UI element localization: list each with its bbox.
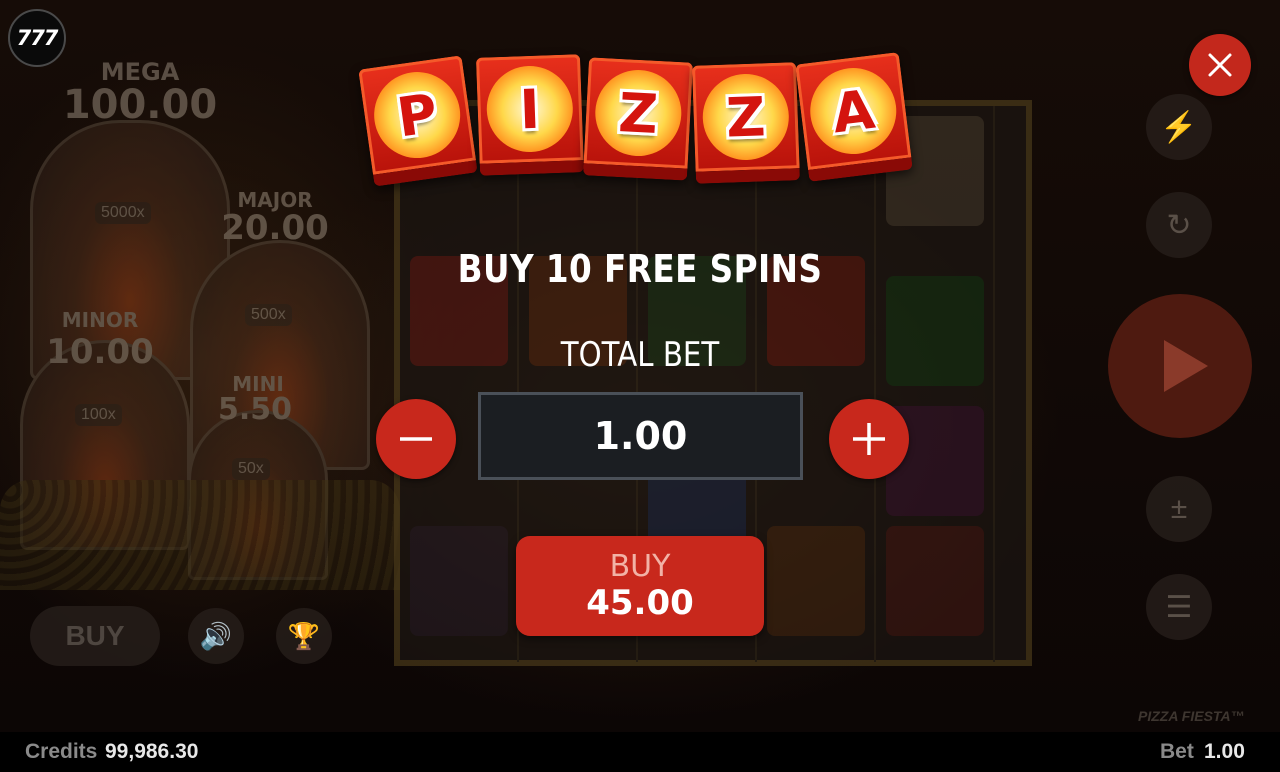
reel-symbol <box>886 526 984 636</box>
close-button[interactable] <box>1189 34 1251 96</box>
decrease-bet-button[interactable] <box>376 399 456 479</box>
play-icon <box>1164 340 1208 392</box>
mega-multiplier: 5000x <box>95 202 151 224</box>
minor-label: MINOR <box>61 308 139 332</box>
minor-multiplier: 100x <box>75 404 122 426</box>
increase-bet-button[interactable] <box>829 399 909 479</box>
credits-label: Credits <box>25 740 98 763</box>
turbo-button[interactable]: ⚡ <box>1146 94 1212 160</box>
buy-button[interactable]: BUY 45.00 <box>516 536 764 636</box>
side-controls: ⚡ ↻ ± ☰ <box>1100 80 1260 680</box>
menu-button[interactable]: ☰ <box>1146 574 1212 640</box>
close-icon <box>1208 53 1232 77</box>
hamburger-icon: ☰ <box>1165 590 1193 624</box>
title-tile: P <box>358 55 478 187</box>
sound-button[interactable]: 🔊 <box>188 608 244 664</box>
minor-value: 10.00 <box>46 332 154 372</box>
mini-multiplier: 50x <box>232 458 270 480</box>
trophy-icon: 🏆 <box>287 620 321 651</box>
title-letter: P <box>393 81 442 150</box>
autoplay-button[interactable]: ↻ <box>1146 192 1212 258</box>
jackpot-area: MEGA 100.00 5000x MAJOR 20.00 500x MINOR… <box>0 40 400 590</box>
coin-pile <box>0 480 400 590</box>
flame-icon: I <box>485 64 575 154</box>
bet-value: 1.00 <box>1204 740 1245 763</box>
buy-button-price: 45.00 <box>586 583 694 623</box>
reel-symbol <box>767 526 865 636</box>
plus-icon <box>853 423 885 455</box>
title-letter: I <box>518 77 541 141</box>
trophy-button[interactable]: 🏆 <box>276 608 332 664</box>
reel-symbol <box>886 276 984 386</box>
lightning-icon: ⚡ <box>1160 110 1198 144</box>
brand-logo: 777 <box>8 9 66 67</box>
speaker-icon: 🔊 <box>199 620 233 651</box>
pizza-title: P I Z Z A <box>358 52 913 192</box>
mega-value: 100.00 <box>62 82 218 128</box>
chip-icon: ± <box>1170 492 1188 525</box>
autoplay-icon: ↻ <box>1166 208 1192 242</box>
total-bet-value: 1.00 <box>478 392 803 480</box>
spin-button[interactable] <box>1108 294 1252 438</box>
feature-buy-button[interactable]: BUY <box>30 606 160 666</box>
minus-icon <box>400 437 432 441</box>
major-multiplier: 500x <box>245 304 292 326</box>
flame-icon: Z <box>701 72 791 162</box>
game-name: PIZZA FIESTA™ <box>1138 708 1245 724</box>
mini-value: 5.50 <box>217 392 293 427</box>
title-tile: A <box>795 52 913 182</box>
reel-symbol <box>410 526 508 636</box>
bet-label: Bet <box>1160 740 1194 763</box>
status-footer: Credits 99,986.30 Bet 1.00 <box>0 732 1280 772</box>
title-letter: Z <box>725 84 767 150</box>
title-tile: Z <box>582 57 694 181</box>
flame-icon: A <box>805 63 902 159</box>
flame-icon: Z <box>593 67 684 159</box>
bet-settings-button[interactable]: ± <box>1146 476 1212 542</box>
title-letter: Z <box>617 80 660 146</box>
title-tile: Z <box>691 62 801 184</box>
buy-free-spins-heading: BUY 10 FREE SPINS <box>457 247 823 291</box>
major-value: 20.00 <box>221 208 329 248</box>
credits-value: 99,986.30 <box>105 740 199 763</box>
title-tile: I <box>475 54 585 176</box>
flame-icon: P <box>368 66 466 164</box>
title-letter: A <box>828 77 878 145</box>
buy-button-label: BUY <box>609 549 671 584</box>
total-bet-label: TOTAL BET <box>560 335 720 375</box>
